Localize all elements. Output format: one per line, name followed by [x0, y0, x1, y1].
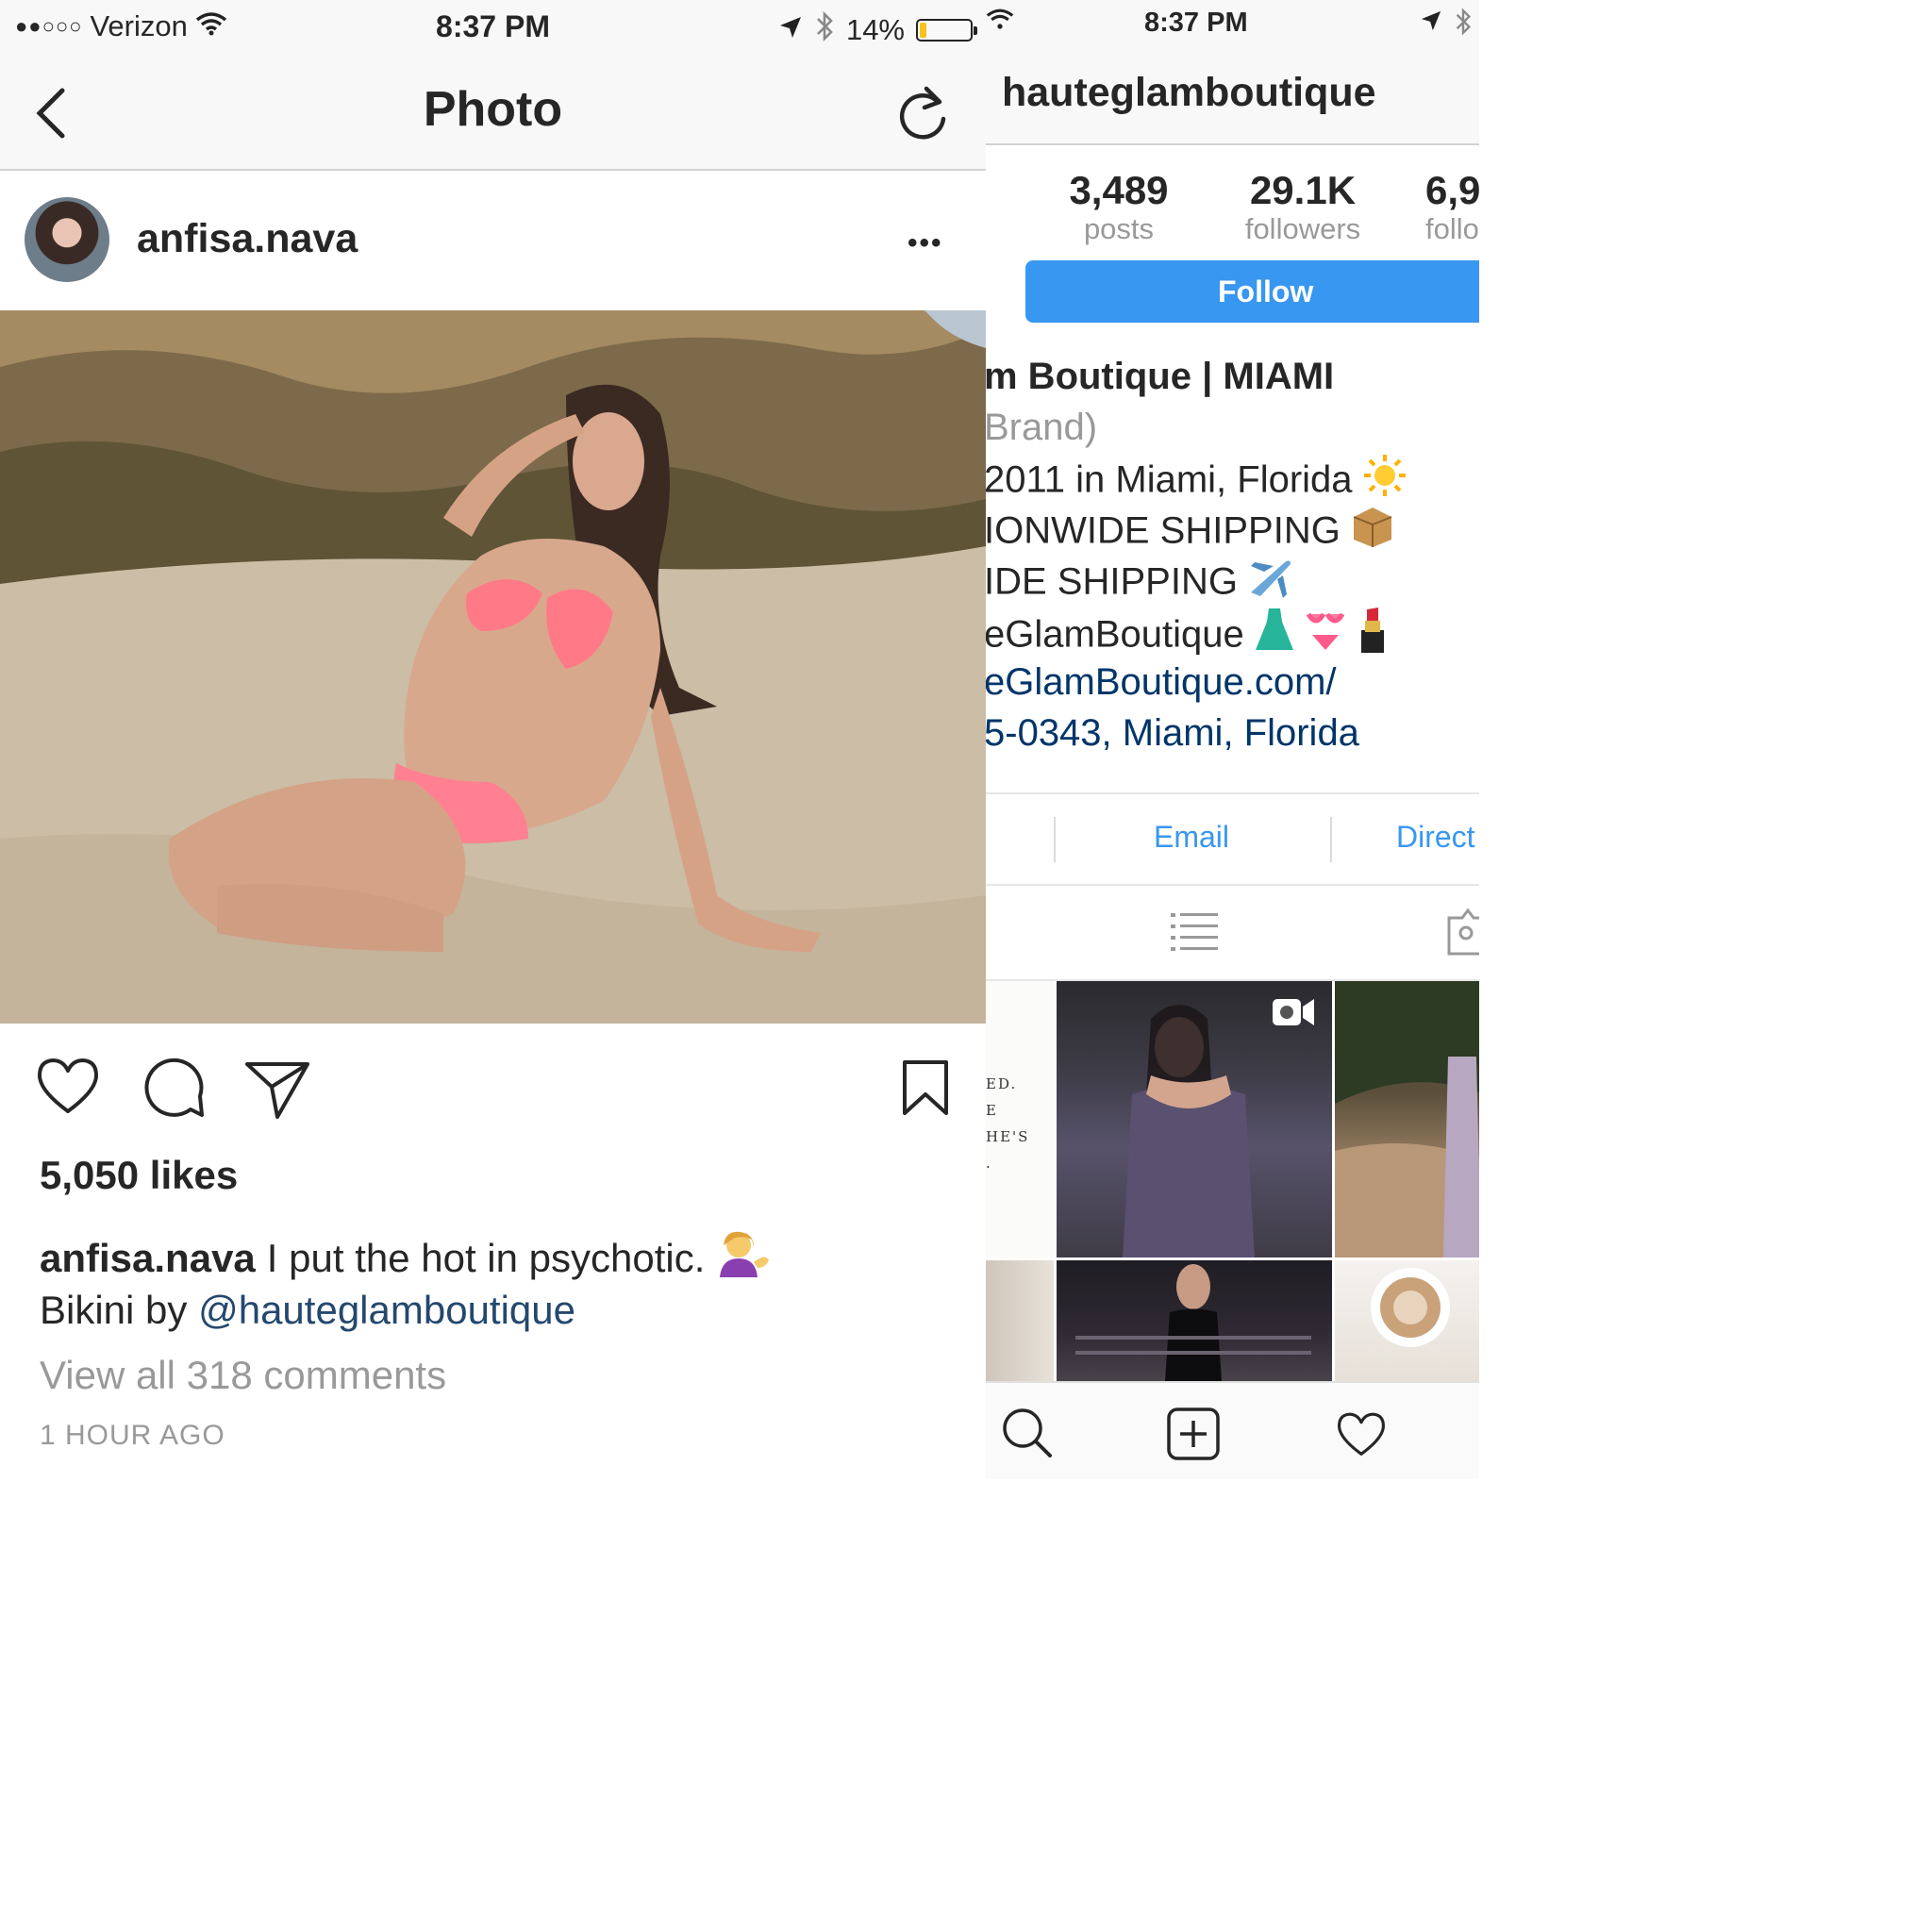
grid-post-thumbnail[interactable]: [1335, 981, 1479, 1257]
profile-username: hauteglamboutique: [1002, 70, 1376, 115]
caption-line-2: Bikini by @hauteglamboutique: [40, 1288, 575, 1333]
avatar[interactable]: [25, 197, 109, 282]
post-photo[interactable]: [0, 310, 986, 1024]
post-header: anfisa.nava •••: [0, 171, 986, 310]
caption-username[interactable]: anfisa.nava: [40, 1236, 256, 1281]
search-icon[interactable]: [1002, 1407, 1053, 1463]
status-time: 8:37 PM: [1144, 8, 1248, 38]
caption-mention-link[interactable]: @hauteglamboutique: [198, 1288, 575, 1332]
thumbnail-illustration: [1075, 1264, 1311, 1381]
profile-screen: 8:37 PM hauteglamboutique 3,489 posts 29…: [986, 0, 1479, 1479]
battery-icon: [916, 19, 977, 42]
wifi-icon: [986, 8, 1014, 35]
grid-post-thumbnail[interactable]: [1057, 981, 1332, 1257]
status-bar: ●●○○○ Verizon 8:37 PM 14%: [0, 0, 986, 57]
bottom-tab-bar: [986, 1381, 1479, 1479]
heart-icon[interactable]: [36, 1057, 100, 1122]
bio-line: 2011 in Miami, Florida: [986, 453, 1479, 504]
grid-post-thumbnail[interactable]: [986, 1260, 1054, 1381]
stat-posts[interactable]: 3,489 posts: [1061, 168, 1176, 245]
battery-percent: 14%: [845, 13, 905, 46]
package-emoji-icon: [1350, 504, 1395, 562]
airplane-emoji-icon: [1247, 555, 1294, 613]
contact-bar: Email Direct: [986, 792, 1479, 886]
view-toggle-bar: [986, 884, 1479, 981]
caption-line-1: anfisa.nava I put the hot in psychotic.: [40, 1230, 771, 1287]
navigation-bar: Photo: [0, 57, 986, 171]
stat-label: posts: [1083, 212, 1155, 245]
bio-line: eGlamBoutique: [986, 606, 1479, 657]
new-post-icon[interactable]: [1167, 1407, 1220, 1465]
bookmark-icon[interactable]: [901, 1058, 950, 1122]
post-actions: [0, 1038, 986, 1141]
stat-value: 6,9: [1425, 168, 1479, 212]
stat-value: 3,489: [1069, 168, 1169, 212]
thumbnail-text: ED. E HE'S .: [986, 1075, 1030, 1172]
status-bar: 8:37 PM: [986, 0, 1479, 53]
view-comments-link[interactable]: View all 318 comments: [40, 1353, 446, 1398]
bio-name: m Boutique | MIAMI: [986, 356, 1335, 397]
bio-line: IONWIDE SHIPPING: [986, 504, 1479, 555]
likes-count[interactable]: 5,050 likes: [40, 1153, 238, 1198]
person-tipping-hand-emoji-icon: [716, 1230, 771, 1287]
stat-value: 29.1K: [1249, 168, 1357, 212]
divider: [1054, 817, 1056, 862]
thumbnail-illustration: [1335, 981, 1479, 1257]
post-author[interactable]: anfisa.nava: [137, 216, 358, 262]
directions-button[interactable]: Direct: [1396, 820, 1475, 855]
email-button[interactable]: Email: [1154, 820, 1229, 855]
stat-label: followers: [1244, 212, 1361, 245]
grid-post-thumbnail[interactable]: [1057, 1260, 1332, 1381]
tagged-photos-icon[interactable]: [1445, 908, 1479, 962]
follow-button[interactable]: Follow: [1025, 260, 1479, 323]
lipstick-emoji-icon: [1356, 606, 1390, 668]
stat-label: follo: [1425, 212, 1479, 245]
sun-emoji-icon: [1362, 453, 1407, 511]
comment-icon[interactable]: [142, 1057, 206, 1125]
post-timestamp: 1 HOUR AGO: [40, 1420, 225, 1451]
post-screen: ●●○○○ Verizon 8:37 PM 14% Photo anfisa.n…: [0, 0, 986, 1479]
bluetooth-icon: [814, 9, 835, 51]
beach-photo-illustration: [0, 310, 986, 1024]
list-view-icon[interactable]: [1171, 912, 1218, 957]
caption-text: I put the hot in psychotic.: [266, 1236, 706, 1280]
stat-following[interactable]: 6,9 follo: [1425, 168, 1479, 245]
location-arrow-icon: [778, 13, 803, 47]
stat-followers[interactable]: 29.1K followers: [1233, 168, 1373, 245]
bluetooth-icon: [1454, 6, 1473, 42]
bio-line: IDE SHIPPING: [986, 555, 1479, 606]
share-icon[interactable]: [243, 1058, 311, 1125]
bio-website-link[interactable]: eGlamBoutique.com/: [986, 657, 1479, 708]
bio-category: Brand): [986, 407, 1098, 448]
grid-post-thumbnail[interactable]: ED. E HE'S .: [986, 981, 1054, 1257]
caption-prefix: Bikini by: [40, 1288, 188, 1332]
bio-address-link[interactable]: 5-0343, Miami, Florida: [986, 708, 1479, 758]
divider: [1330, 817, 1332, 862]
thumbnail-illustration: [1371, 1268, 1450, 1347]
profile-bio: m Boutique | MIAMI Brand) 2011 in Miami,…: [986, 351, 1479, 758]
video-camera-icon: [1271, 997, 1316, 1032]
refresh-icon[interactable]: [896, 83, 949, 146]
profile-header: hauteglamboutique: [986, 53, 1479, 145]
heart-icon[interactable]: [1335, 1411, 1388, 1463]
page-title: Photo: [423, 82, 563, 137]
more-options-icon[interactable]: •••: [908, 227, 943, 259]
location-arrow-icon: [1420, 9, 1442, 37]
battery-level: [920, 23, 926, 38]
grid-post-thumbnail[interactable]: [1335, 1260, 1479, 1381]
